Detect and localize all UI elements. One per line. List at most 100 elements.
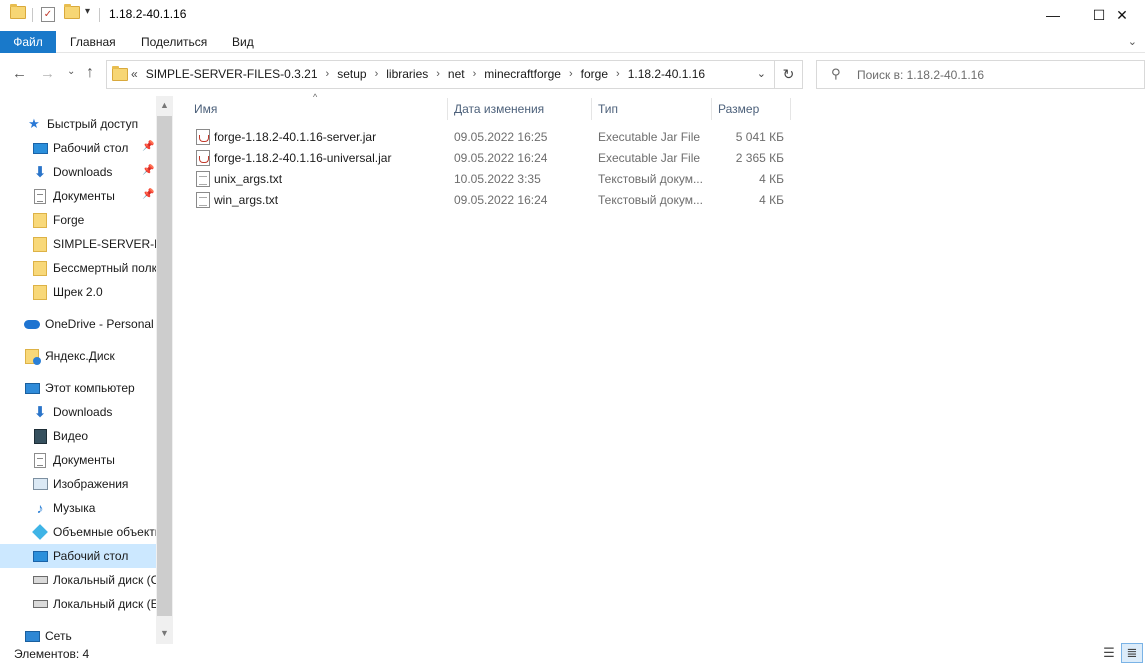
column-header-size[interactable]: Размер (718, 96, 759, 122)
nav-videos[interactable]: Видео (32, 424, 156, 448)
nav-folder-immortal[interactable]: Бессмертный полк (32, 256, 156, 280)
chevron-right-icon[interactable]: › (375, 68, 379, 80)
address-bar[interactable]: « SIMPLE-SERVER-FILES-0.3.21 › setup › l… (106, 60, 775, 89)
pin-icon[interactable]: 📌 (142, 189, 154, 200)
properties-icon[interactable]: ✓ (41, 7, 55, 22)
nav-label: Локальный диск (E:) (53, 597, 156, 611)
file-name: forge-1.18.2-40.1.16-server.jar (214, 130, 377, 144)
scrollbar-thumb[interactable] (157, 116, 172, 616)
chevron-down-icon[interactable]: ▼ (160, 628, 169, 638)
new-folder-icon[interactable] (64, 4, 80, 24)
chevron-right-icon[interactable]: › (473, 68, 477, 80)
chevron-right-icon[interactable]: › (569, 68, 573, 80)
pin-icon[interactable]: 📌 (142, 141, 154, 152)
up-arrow-icon[interactable]: ↑ (86, 64, 94, 82)
nav-folder-shrek[interactable]: Шрек 2.0 (32, 280, 156, 304)
nav-this-pc[interactable]: Этот компьютер (24, 376, 156, 400)
column-divider[interactable] (591, 98, 592, 120)
breadcrumb: « SIMPLE-SERVER-FILES-0.3.21 › setup › l… (131, 67, 705, 81)
computer-icon (24, 382, 40, 394)
folder-icon (112, 66, 128, 81)
nav-label: Forge (53, 213, 85, 227)
tab-share[interactable]: Поделиться (141, 31, 207, 53)
file-size: 4 КБ (759, 172, 784, 186)
breadcrumb-item[interactable]: net (448, 67, 465, 81)
yandex-disk-icon (25, 348, 41, 365)
jar-icon (196, 129, 210, 145)
column-divider[interactable] (711, 98, 712, 120)
breadcrumb-item[interactable]: forge (581, 67, 608, 81)
minimize-button[interactable]: — (1030, 0, 1076, 30)
nav-scrollbar[interactable]: ▲ ▼ (156, 96, 173, 644)
nav-quick-access[interactable]: ★ Быстрый доступ (26, 112, 138, 136)
breadcrumb-item[interactable]: minecraftforge (484, 67, 561, 81)
breadcrumb-item[interactable]: libraries (386, 67, 428, 81)
network-icon (24, 630, 40, 642)
details-view-icon[interactable]: ☰ (1098, 643, 1120, 663)
nav-yandex-disk[interactable]: Яндекс.Диск (24, 344, 156, 368)
sort-ascending-icon: ^ (313, 92, 318, 102)
chevron-right-icon[interactable]: › (326, 68, 330, 80)
file-row[interactable]: unix_args.txt 10.05.2022 3:35 Текстовый … (190, 169, 790, 190)
search-input[interactable]: ⚲ Поиск в: 1.18.2-40.1.16 (816, 60, 1145, 89)
column-divider[interactable] (447, 98, 448, 120)
refresh-button[interactable]: ↻ (775, 60, 803, 89)
forward-arrow-icon[interactable]: → (40, 65, 55, 82)
breadcrumb-item[interactable]: setup (337, 67, 366, 81)
file-name: unix_args.txt (214, 172, 283, 186)
nav-pc-documents[interactable]: Документы (32, 448, 156, 472)
column-header-date[interactable]: Дата изменения (454, 96, 544, 122)
file-date: 10.05.2022 3:35 (454, 172, 541, 186)
chevron-right-icon[interactable]: › (616, 68, 620, 80)
star-icon: ★ (28, 116, 40, 131)
nav-desktop[interactable]: Рабочий стол (32, 136, 156, 160)
file-row[interactable]: forge-1.18.2-40.1.16-server.jar 09.05.20… (190, 127, 790, 148)
nav-label: Быстрый доступ (47, 117, 139, 131)
recent-locations-icon[interactable]: ⌄ (67, 66, 75, 77)
nav-folder-server-files[interactable]: SIMPLE-SERVER-FIL (32, 232, 156, 256)
desktop-icon (32, 142, 48, 154)
chevron-down-icon[interactable]: ⌄ (1128, 35, 1137, 48)
jar-icon (196, 150, 210, 166)
chevron-down-icon[interactable]: ⌄ (757, 67, 766, 80)
tab-view[interactable]: Вид (232, 31, 254, 53)
folder-icon (33, 260, 47, 276)
nav-pc-desktop[interactable]: Рабочий стол (0, 544, 156, 568)
nav-onedrive[interactable]: OneDrive - Personal (24, 312, 156, 336)
chevron-right-icon[interactable]: › (436, 68, 440, 80)
nav-pictures[interactable]: Изображения (32, 472, 156, 496)
title-bar: ✓ ▾ 1.18.2-40.1.16 — ☐ ✕ (0, 0, 1145, 31)
close-button[interactable]: ✕ (1099, 0, 1145, 30)
tab-home[interactable]: Главная (70, 31, 116, 53)
file-row[interactable]: forge-1.18.2-40.1.16-universal.jar 09.05… (190, 148, 790, 169)
nav-pc-downloads[interactable]: ⬇ Downloads (32, 400, 156, 424)
back-arrow-icon[interactable]: ← (12, 65, 27, 82)
file-row[interactable]: win_args.txt 09.05.2022 16:24 Текстовый … (190, 190, 790, 211)
nav-disk-e[interactable]: Локальный диск (E:) (32, 592, 156, 616)
breadcrumb-item[interactable]: SIMPLE-SERVER-FILES-0.3.21 (146, 67, 318, 81)
window-title: 1.18.2-40.1.16 (109, 7, 187, 21)
nav-disk-c[interactable]: Локальный диск (C:) (32, 568, 156, 592)
nav-music[interactable]: ♪ Музыка (32, 496, 156, 520)
breadcrumb-item[interactable]: 1.18.2-40.1.16 (628, 67, 705, 81)
nav-folder-forge[interactable]: Forge (32, 208, 156, 232)
tab-file[interactable]: Файл (0, 31, 56, 53)
nav-downloads[interactable]: ⬇ Downloads (32, 160, 156, 184)
customize-toolbar-icon[interactable]: ▾ (85, 6, 90, 24)
chevron-up-icon[interactable]: ▲ (160, 100, 169, 110)
nav-label: Изображения (53, 477, 129, 491)
column-header-type[interactable]: Тип (598, 96, 618, 122)
nav-3d-objects[interactable]: Объемные объекты (32, 520, 156, 544)
download-icon: ⬇ (33, 404, 47, 421)
document-icon (34, 452, 46, 468)
column-divider[interactable] (790, 98, 791, 120)
column-header-name[interactable]: Имя (194, 96, 217, 122)
file-type: Текстовый докум... (598, 172, 703, 186)
list-view-icon[interactable]: ≣ (1121, 643, 1143, 663)
breadcrumb-overflow[interactable]: « (131, 67, 138, 81)
nav-documents[interactable]: Документы (32, 184, 156, 208)
pin-icon[interactable]: 📌 (142, 165, 154, 176)
search-placeholder: Поиск в: 1.18.2-40.1.16 (857, 68, 985, 82)
desktop-icon (32, 550, 48, 562)
drive-icon (32, 576, 48, 584)
